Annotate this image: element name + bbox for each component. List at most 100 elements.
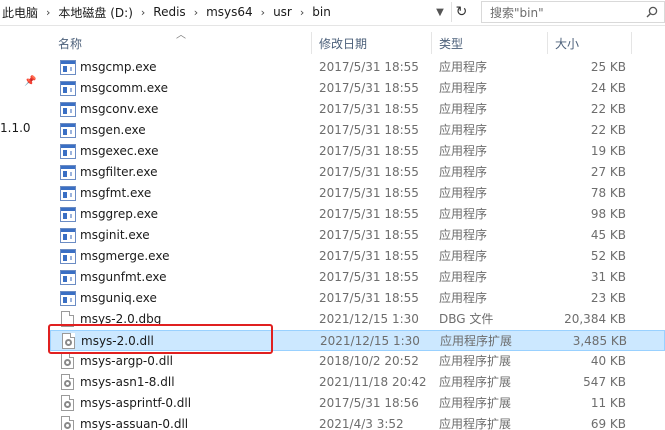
file-name: msguniq.exe bbox=[80, 291, 157, 305]
file-name: msgexec.exe bbox=[80, 144, 159, 158]
file-row[interactable]: msgen.exe 2017/5/31 18:55 应用程序 22 KB bbox=[50, 120, 665, 141]
file-size: 547 KB bbox=[583, 375, 626, 389]
search-placeholder: 搜索"bin" bbox=[490, 5, 544, 20]
file-row[interactable]: msgunfmt.exe 2017/5/31 18:55 应用程序 31 KB bbox=[50, 267, 665, 288]
executable-file-icon bbox=[60, 186, 76, 201]
file-name: msys-argp-0.dll bbox=[80, 354, 173, 368]
column-header: ︿ 名称 修改日期 类型 大小 bbox=[50, 30, 665, 56]
file-row[interactable]: msys-asprintf-0.dll 2017/5/31 18:56 应用程序扩展… bbox=[50, 393, 665, 414]
file-size: 25 KB bbox=[590, 60, 626, 74]
file-size: 69 KB bbox=[590, 417, 626, 430]
file-size: 27 KB bbox=[590, 165, 626, 179]
file-name: msggrep.exe bbox=[80, 207, 158, 221]
breadcrumb-usr[interactable]: usr bbox=[271, 5, 294, 19]
address-history-dropdown[interactable]: ▼ bbox=[432, 2, 448, 22]
file-row[interactable]: msgconv.exe 2017/5/31 18:55 应用程序 22 KB bbox=[50, 99, 665, 120]
file-modified-date: 2017/5/31 18:55 bbox=[319, 228, 419, 242]
column-date-header[interactable]: 修改日期 bbox=[311, 30, 431, 56]
file-type: 应用程序扩展 bbox=[439, 354, 512, 368]
file-row[interactable]: msys-2.0.dbg 2021/12/15 1:30 DBG 文件 20,384 … bbox=[50, 309, 665, 330]
file-modified-date: 2017/5/31 18:55 bbox=[319, 186, 419, 200]
file-name: msys-asprintf-0.dll bbox=[80, 396, 192, 410]
nav-pane-item-label[interactable]: 1.1.0 bbox=[0, 121, 31, 135]
file-row[interactable]: msys-2.0.dll 2021/12/15 1:30 应用程序扩展 3,485 K… bbox=[50, 330, 665, 351]
file-row[interactable]: msgfmt.exe 2017/5/31 18:55 应用程序 78 KB bbox=[50, 183, 665, 204]
column-size-header[interactable]: 大小 bbox=[547, 30, 631, 56]
file-size: 3,485 KB bbox=[572, 334, 627, 348]
file-size: 23 KB bbox=[590, 291, 626, 305]
pin-icon[interactable]: 📌 bbox=[24, 76, 36, 87]
file-modified-date: 2017/5/31 18:55 bbox=[319, 270, 419, 284]
chevron-right-icon[interactable]: › bbox=[135, 6, 151, 19]
breadcrumb-drive-d[interactable]: 本地磁盘 (D:) bbox=[56, 4, 134, 21]
file-size: 45 KB bbox=[590, 228, 626, 242]
file-modified-date: 2017/5/31 18:55 bbox=[319, 102, 419, 116]
executable-file-icon bbox=[60, 228, 76, 243]
file-row[interactable]: msguniq.exe 2017/5/31 18:55 应用程序 23 KB bbox=[50, 288, 665, 309]
file-name: msgfmt.exe bbox=[80, 186, 152, 200]
executable-file-icon bbox=[60, 81, 76, 96]
file-row[interactable]: msys-assuan-0.dll 2021/4/3 3:52 应用程序扩展 69 K… bbox=[50, 414, 665, 430]
file-size: 20,384 KB bbox=[564, 312, 626, 326]
file-type: 应用程序 bbox=[439, 81, 488, 95]
file-type: DBG 文件 bbox=[439, 312, 494, 326]
file-row[interactable]: msggrep.exe 2017/5/31 18:55 应用程序 98 KB bbox=[50, 204, 665, 225]
breadcrumb-msys64[interactable]: msys64 bbox=[204, 5, 255, 19]
file-modified-date: 2021/4/3 3:52 bbox=[319, 417, 404, 430]
file-modified-date: 2017/5/31 18:55 bbox=[319, 207, 419, 221]
chevron-right-icon[interactable]: › bbox=[255, 6, 271, 19]
breadcrumb-bin[interactable]: bin bbox=[310, 5, 333, 19]
column-type-header[interactable]: 类型 bbox=[431, 30, 547, 56]
file-type: 应用程序 bbox=[439, 207, 488, 221]
file-modified-date: 2017/5/31 18:55 bbox=[319, 165, 419, 179]
file-size: 22 KB bbox=[590, 102, 626, 116]
search-icon[interactable] bbox=[646, 6, 658, 18]
file-size: 11 KB bbox=[590, 396, 626, 410]
executable-file-icon bbox=[60, 102, 76, 117]
dll-file-icon bbox=[62, 333, 75, 349]
file-type: 应用程序 bbox=[439, 228, 488, 242]
dll-file-icon bbox=[61, 353, 74, 369]
address-bar-row: 此电脑 › 本地磁盘 (D:) › Redis › msys64 › usr ›… bbox=[0, 0, 665, 26]
file-row[interactable]: msgexec.exe 2017/5/31 18:55 应用程序 19 KB bbox=[50, 141, 665, 162]
file-type: 应用程序 bbox=[439, 60, 488, 74]
chevron-right-icon[interactable]: › bbox=[188, 6, 204, 19]
file-row[interactable]: msgmerge.exe 2017/5/31 18:55 应用程序 52 KB bbox=[50, 246, 665, 267]
file-row[interactable]: msginit.exe 2017/5/31 18:55 应用程序 45 KB bbox=[50, 225, 665, 246]
file-row[interactable]: msys-argp-0.dll 2018/10/2 20:52 应用程序扩展 40 K… bbox=[50, 351, 665, 372]
file-modified-date: 2017/5/31 18:55 bbox=[319, 123, 419, 137]
dll-file-icon bbox=[61, 374, 74, 390]
refresh-icon: ↻ bbox=[455, 4, 468, 20]
file-row[interactable]: msgcmp.exe 2017/5/31 18:55 应用程序 25 KB bbox=[50, 57, 665, 78]
chevron-right-icon[interactable]: › bbox=[40, 6, 56, 19]
generic-file-icon bbox=[61, 311, 74, 327]
dll-file-icon bbox=[61, 416, 74, 430]
executable-file-icon bbox=[60, 249, 76, 264]
executable-file-icon bbox=[60, 123, 76, 138]
file-type: 应用程序扩展 bbox=[439, 375, 512, 389]
file-row[interactable]: msgfilter.exe 2017/5/31 18:55 应用程序 27 KB bbox=[50, 162, 665, 183]
refresh-button[interactable]: ↻ bbox=[451, 2, 471, 22]
file-name: msys-asn1-8.dll bbox=[80, 375, 175, 389]
file-row[interactable]: msgcomm.exe 2017/5/31 18:55 应用程序 24 KB bbox=[50, 78, 665, 99]
search-input[interactable]: 搜索"bin" bbox=[481, 1, 665, 23]
chevron-right-icon[interactable]: › bbox=[294, 6, 310, 19]
file-name: msgcmp.exe bbox=[80, 60, 157, 74]
gear-icon bbox=[64, 422, 71, 429]
column-divider[interactable] bbox=[631, 32, 632, 54]
breadcrumb[interactable]: 此电脑 › 本地磁盘 (D:) › Redis › msys64 › usr ›… bbox=[0, 1, 450, 23]
breadcrumb-redis[interactable]: Redis bbox=[151, 5, 187, 19]
file-name: msys-2.0.dll bbox=[81, 334, 154, 348]
file-modified-date: 2021/12/15 1:30 bbox=[319, 312, 419, 326]
executable-file-icon bbox=[60, 291, 76, 306]
column-name-header[interactable]: 名称 bbox=[50, 30, 311, 56]
file-size: 24 KB bbox=[590, 81, 626, 95]
chevron-down-icon: ▼ bbox=[436, 6, 444, 18]
file-row[interactable]: msys-asn1-8.dll 2021/11/18 20:42 应用程序扩展 547… bbox=[50, 372, 665, 393]
gear-icon bbox=[64, 401, 71, 408]
file-size: 52 KB bbox=[590, 249, 626, 263]
file-size: 78 KB bbox=[590, 186, 626, 200]
breadcrumb-this-pc[interactable]: 此电脑 bbox=[0, 4, 40, 21]
file-name: msgen.exe bbox=[80, 123, 146, 137]
file-type: 应用程序 bbox=[439, 270, 488, 284]
